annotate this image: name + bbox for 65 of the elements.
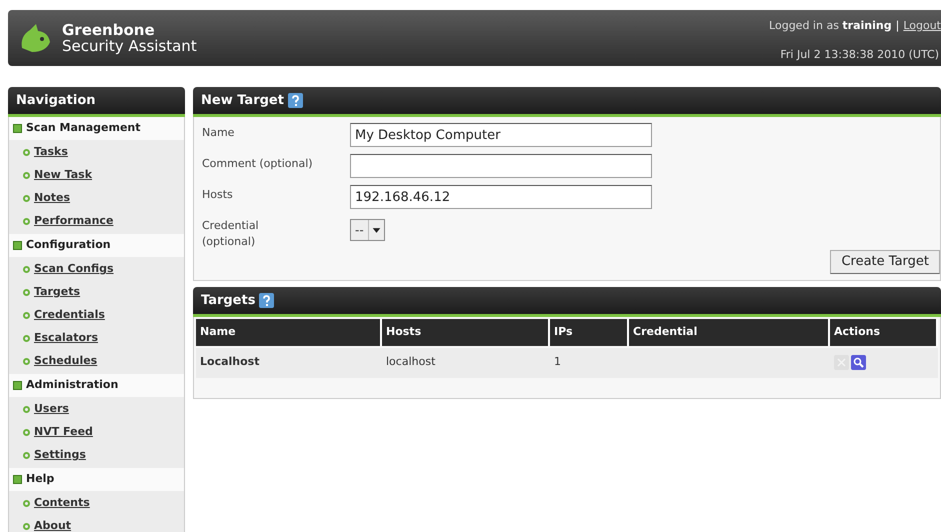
bullet-icon [23,406,30,413]
nav-link[interactable]: New Task [34,167,92,184]
bullet-icon [23,429,30,436]
nav-group-label: Configuration [26,237,111,254]
nav-link[interactable]: Settings [34,447,86,464]
nav-link[interactable]: Escalators [34,330,98,347]
nav-link[interactable]: Notes [34,190,70,207]
bullet-icon [23,195,30,202]
bullet-icon [13,475,22,484]
bullet-icon [23,266,30,273]
nav-link[interactable]: Scan Configs [34,261,114,278]
logo-subtitle: Security Assistant [62,38,197,54]
column-header: Credential [629,319,830,346]
logo-title: Greenbone [62,22,156,38]
field-label: Name [202,125,236,141]
nav-group-label: Scan Management [26,120,140,136]
magnifier-icon[interactable] [851,355,866,370]
bullet-icon [23,149,30,156]
nav-link[interactable]: Contents [34,495,90,512]
date-time: Fri Jul 2 13:38:38 2010 (UTC) [780,46,940,62]
nav-link[interactable]: Performance [34,213,114,230]
field-label: Hosts [202,187,234,203]
nav-group-label: Help [26,471,54,488]
text-input[interactable]: My Desktop Computer [350,123,652,147]
bullet-icon [23,289,30,296]
field-label: Comment (optional) [202,156,314,172]
help-icon[interactable] [259,293,274,308]
bullet-icon [23,452,30,459]
bullet-icon [13,241,22,250]
nav-link[interactable]: Users [34,401,69,418]
nav-link[interactable]: Credentials [34,307,105,324]
nav-link[interactable]: Tasks [34,144,68,161]
table-cell-text: localhost [385,354,436,370]
panel-title: Navigation [16,92,96,110]
bullet-icon [13,124,22,133]
text-input[interactable]: 192.168.46.12 [350,185,652,209]
nav-link[interactable]: Schedules [34,353,98,370]
logout-link[interactable]: Logout [903,18,941,34]
bullet-icon [23,358,30,365]
column-header: IPs [550,319,629,346]
panel-title: New Target [201,92,284,110]
nav-link[interactable]: Targets [34,284,80,301]
table-cell-text: Localhost [199,354,260,370]
column-header: Actions [830,319,938,346]
nav-group-label: Administration [26,377,118,394]
panel-title: Targets [201,292,256,310]
create-target-button[interactable]: Create Target [830,250,940,274]
column-header: Hosts [382,319,550,346]
nav-link[interactable]: About [34,518,72,532]
table-cell-text: 1 [553,354,562,370]
help-icon[interactable] [288,93,303,108]
login-status: Logged in as training [769,18,892,34]
bullet-icon [23,218,30,225]
field-label: Credential (optional) [202,218,260,250]
nav-link[interactable]: NVT Feed [34,424,93,441]
text-input[interactable] [350,154,652,178]
dropdown[interactable]: -- [350,219,385,241]
bullet-icon [23,523,30,530]
bullet-icon [23,312,30,319]
bullet-icon [13,381,22,390]
separator: | [896,18,900,34]
bullet-icon [23,500,30,507]
bullet-icon [23,172,30,179]
bullet-icon [23,335,30,342]
column-header: Name [196,319,382,346]
